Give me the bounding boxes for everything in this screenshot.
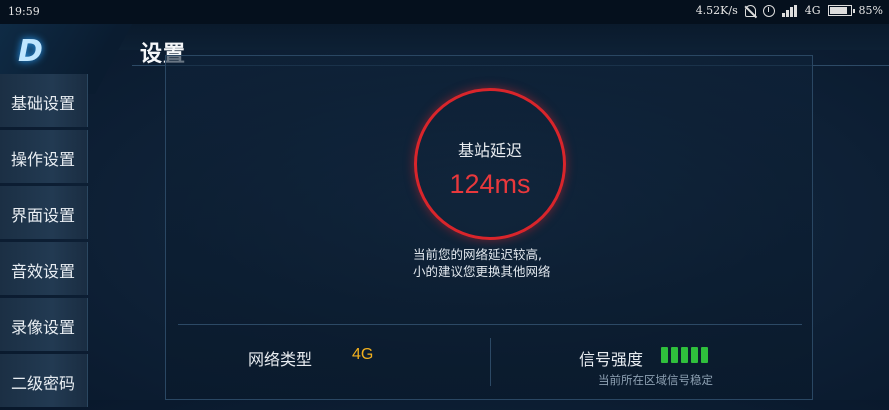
sidebar-item-basic[interactable]: 基础设置 <box>0 74 88 127</box>
sidebar-item-label: 界面设置 <box>11 206 76 225</box>
sidebar-item-label: 录像设置 <box>11 318 76 337</box>
network-type-indicator: 4G <box>804 4 821 17</box>
battery-icon <box>827 5 855 16</box>
mute-icon <box>744 4 756 17</box>
signal-bar <box>681 347 688 363</box>
sidebar-item-label: 音效设置 <box>11 262 76 281</box>
network-type-value: 4G <box>352 346 374 363</box>
panel-divider <box>178 324 802 325</box>
battery-level: 85% <box>858 4 883 17</box>
sidebar-item-password[interactable]: 二级密码 <box>0 354 88 407</box>
sidebar-item-label: 二级密码 <box>11 374 76 393</box>
logo-icon: D <box>18 34 43 69</box>
sidebar-item-recording[interactable]: 录像设置 <box>0 298 88 351</box>
panel-vertical-divider <box>490 338 491 386</box>
sidebar-item-controls[interactable]: 操作设置 <box>0 130 88 183</box>
signal-bar <box>661 347 668 363</box>
signal-bar <box>691 347 698 363</box>
status-time: 19:59 <box>8 5 40 18</box>
sidebar-item-sound[interactable]: 音效设置 <box>0 242 88 295</box>
status-right: 4.52K/s 4G 85% <box>696 4 883 17</box>
latency-tip-line1: 当前您的网络延迟较高, <box>413 247 542 262</box>
sidebar-item-label: 操作设置 <box>11 150 76 169</box>
signal-bar <box>671 347 678 363</box>
signal-bar <box>701 347 708 363</box>
sidebar-item-interface[interactable]: 界面设置 <box>0 186 88 239</box>
signal-icon <box>781 4 798 17</box>
header: 设置 <box>0 24 889 67</box>
latency-tip: 当前您的网络延迟较高, 小的建议您更换其他网络 <box>413 246 551 280</box>
sidebar: 基础设置 操作设置 界面设置 音效设置 录像设置 二级密码 <box>0 74 88 410</box>
latency-label: 基站延迟 <box>457 141 522 160</box>
signal-strength-label: 信号强度 <box>579 350 644 369</box>
latency-ring: 基站延迟 124ms <box>414 88 566 240</box>
latency-value: 124ms <box>449 169 531 199</box>
latency-tip-line2: 小的建议您更换其他网络 <box>413 264 551 279</box>
signal-strength-icon <box>661 347 708 363</box>
network-panel: 基站延迟 124ms 当前您的网络延迟较高, 小的建议您更换其他网络 网络类型 … <box>165 55 813 400</box>
status-bar: 19:59 4.52K/s 4G 85% <box>0 0 889 24</box>
signal-note: 当前所在区域信号稳定 <box>598 373 713 387</box>
network-speed: 4.52K/s <box>695 4 738 17</box>
alarm-icon <box>762 4 775 17</box>
sidebar-item-label: 基础设置 <box>11 94 76 113</box>
network-type-label: 网络类型 <box>248 350 313 369</box>
